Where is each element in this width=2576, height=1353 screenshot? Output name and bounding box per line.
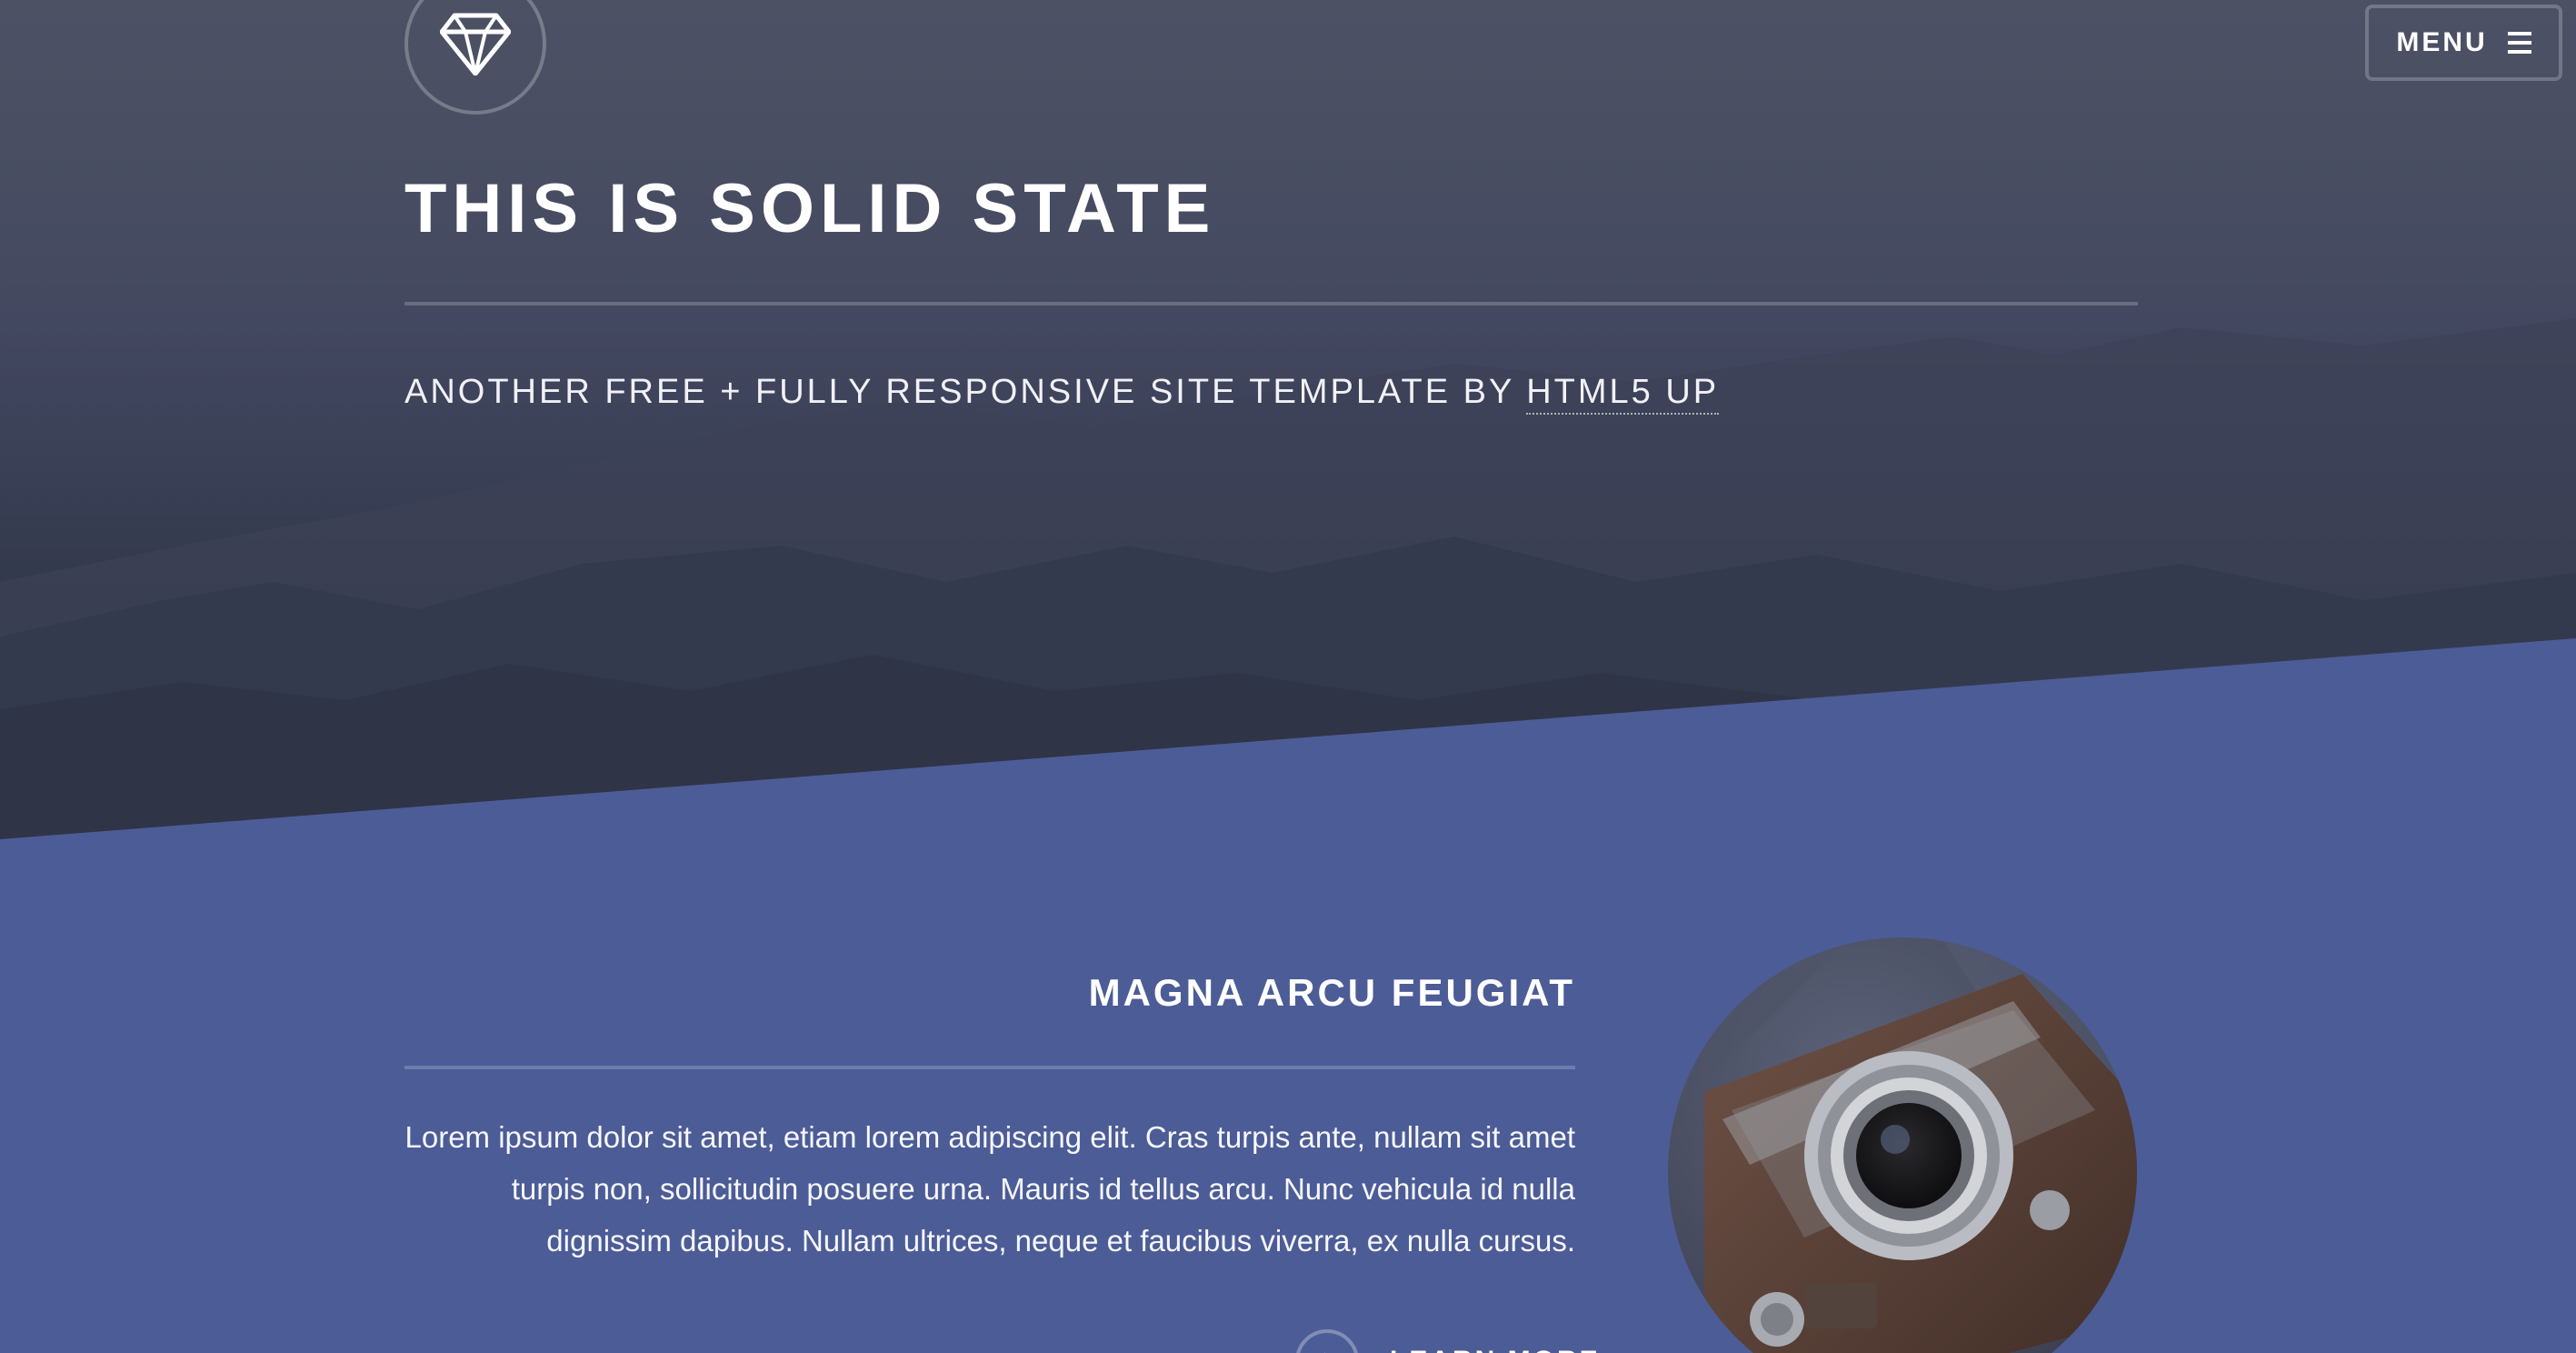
arrow-right-icon [1295, 1329, 1359, 1353]
feature-title: MAGNA ARCU FEUGIAT [1088, 971, 1575, 1014]
subtitle-text: ANOTHER FREE + FULLY RESPONSIVE SITE TEM… [404, 373, 1527, 411]
site-subtitle: ANOTHER FREE + FULLY RESPONSIVE SITE TEM… [404, 373, 1720, 415]
site-title: THIS IS SOLID STATE [404, 170, 1216, 247]
diamond-icon [440, 13, 511, 75]
menu-button[interactable]: MENU [2365, 5, 2562, 81]
learn-more-label: LEARN MORE [1390, 1346, 1601, 1353]
learn-more-link[interactable]: LEARN MORE [1295, 1325, 1601, 1353]
feature-divider [404, 1066, 1575, 1069]
feature-body: Lorem ipsum dolor sit amet, etiam lorem … [404, 1120, 1576, 1258]
title-divider [404, 302, 2138, 306]
html5up-link[interactable]: HTML5 UP [1526, 373, 1720, 415]
hamburger-icon [2507, 32, 2531, 54]
menu-label: MENU [2396, 27, 2488, 57]
